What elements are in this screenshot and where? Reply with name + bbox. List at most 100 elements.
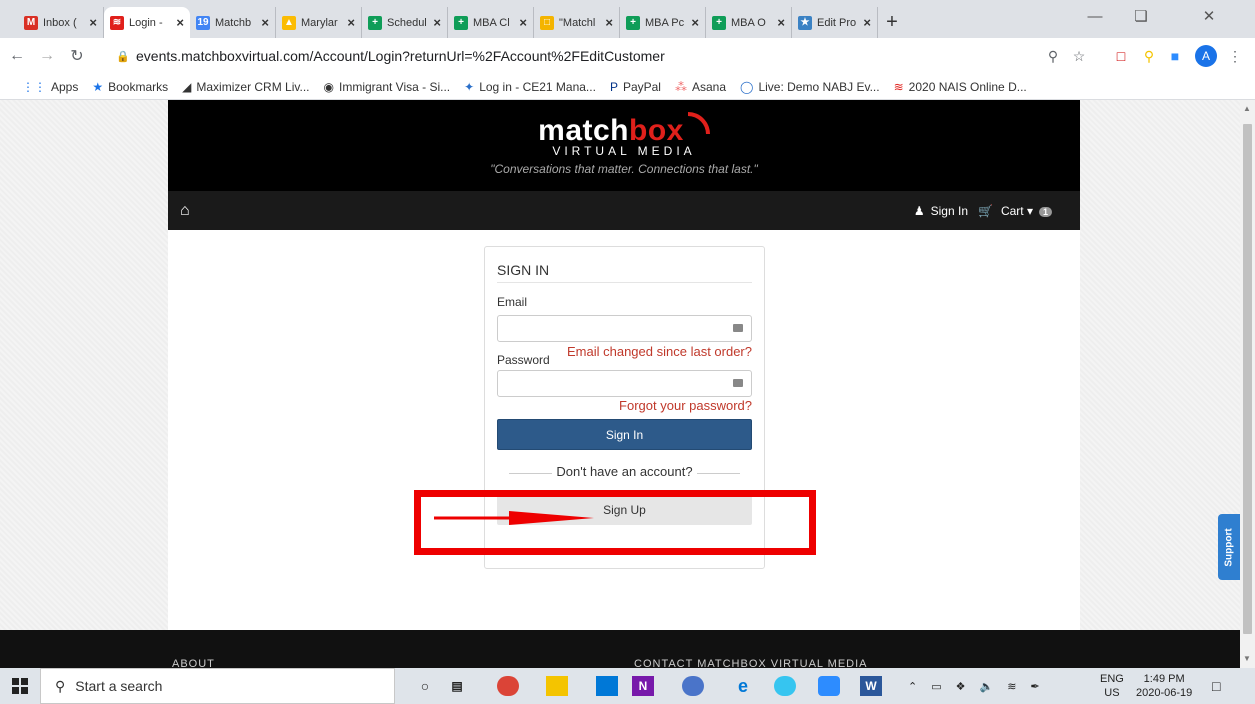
search-placeholder: Start a search (75, 678, 163, 694)
tab-title: Marylar (301, 16, 338, 29)
browser-tab[interactable]: ≋ Login - × (104, 7, 190, 38)
taskbar-clock[interactable]: 1:49 PM 2020-06-19 (1136, 668, 1192, 704)
tray-expand-icon[interactable]: ⌃ (908, 680, 917, 693)
zoom-extension-icon[interactable]: ■ (1164, 45, 1186, 67)
bookmark-item[interactable]: ◯ Live: Demo NABJ Ev... (740, 80, 880, 94)
browser-tab[interactable]: + MBA Cl × (448, 7, 534, 38)
back-icon[interactable]: ← (4, 43, 30, 69)
close-window-icon[interactable]: ✕ (1164, 0, 1254, 32)
bookmark-item[interactable]: ⋮⋮ Apps (22, 80, 78, 94)
browser-tab[interactable]: ★ Edit Pro × (792, 7, 878, 38)
scroll-down-icon[interactable]: ▼ (1243, 654, 1251, 663)
profile-avatar[interactable]: A (1195, 45, 1217, 67)
restore-icon[interactable]: ❏ (1118, 0, 1164, 32)
bookmark-star-icon[interactable]: ☆ (1068, 45, 1090, 67)
tab-favicon-icon: + (712, 15, 726, 30)
wifi-icon[interactable]: ≋ (1007, 680, 1016, 693)
bookmark-item[interactable]: ◉ Immigrant Visa - Si... (324, 80, 451, 94)
taskbar-search-input[interactable]: ⚲ Start a search (40, 668, 395, 704)
word-icon[interactable]: W (860, 676, 882, 696)
store-icon[interactable] (596, 676, 618, 696)
bookmark-item[interactable]: ⁂ Asana (675, 80, 726, 94)
support-tab[interactable]: Support (1218, 514, 1240, 580)
page-scrollbar[interactable]: ▲ ▼ (1240, 100, 1255, 668)
new-tab-button[interactable]: + (878, 7, 906, 38)
browser-tab[interactable]: + MBA O × (706, 7, 792, 38)
bookmark-item[interactable]: ≋ 2020 NAIS Online D... (894, 80, 1027, 94)
browser-tab[interactable]: + MBA Pc × (620, 7, 706, 38)
notifications-icon[interactable]: □ (1212, 668, 1220, 704)
forgot-password-link[interactable]: Forgot your password? (497, 398, 752, 413)
slack-icon[interactable] (774, 676, 796, 696)
cart-link[interactable]: Cart ▾ 1 (995, 204, 1052, 218)
tab-close-icon[interactable]: × (261, 15, 269, 30)
dropbox-icon[interactable]: ❖ (956, 680, 966, 693)
battery-icon[interactable]: ▭ (931, 680, 941, 693)
pen-icon[interactable]: ✒ (1030, 680, 1039, 693)
tab-close-icon[interactable]: × (777, 15, 785, 30)
tab-favicon-icon: ≋ (110, 15, 124, 30)
bookmark-item[interactable]: ✦ Log in - CE21 Mana... (464, 80, 596, 94)
tab-close-icon[interactable]: × (691, 15, 699, 30)
zoom-icon[interactable]: ⚲ (1042, 45, 1064, 67)
forward-icon[interactable]: → (34, 43, 60, 69)
browser-tab[interactable]: □ "Matchl × (534, 7, 620, 38)
browser-tab-strip: M Inbox (× ≋ Login - × 19 Matchb × ▲ Marylar × + Sc… (0, 0, 1255, 38)
tab-close-icon[interactable]: × (863, 15, 871, 30)
password-manager-icon[interactable] (733, 379, 743, 387)
tab-close-icon[interactable]: × (433, 15, 441, 30)
sign-in-button[interactable]: Sign In (497, 419, 752, 450)
cart-label: Cart (1000, 203, 1024, 218)
page-viewport: matchbox VIRTUAL MEDIA "Conversations th… (0, 100, 1240, 668)
clock-date: 2020-06-19 (1136, 687, 1193, 699)
chrome-icon[interactable] (497, 676, 519, 696)
scroll-up-icon[interactable]: ▲ (1243, 104, 1251, 113)
star-icon: ★ (92, 79, 104, 94)
chrome-canary-icon[interactable] (682, 676, 704, 696)
bookmark-item[interactable]: ★ Bookmarks (92, 80, 168, 94)
bookmark-item[interactable]: ◢ Maximizer CRM Liv... (182, 80, 309, 94)
file-explorer-icon[interactable] (546, 676, 568, 696)
volume-icon[interactable]: 🔈 (980, 680, 994, 693)
tab-title: MBA O (731, 16, 766, 29)
password-field[interactable] (497, 370, 752, 397)
tab-close-icon[interactable]: × (176, 15, 184, 30)
tab-title: Edit Pro (817, 16, 857, 29)
tab-close-icon[interactable]: × (519, 15, 527, 30)
edge-icon[interactable]: e (732, 676, 754, 696)
tab-close-icon[interactable]: × (605, 15, 613, 30)
tab-favicon-icon: M (24, 15, 38, 30)
zoom-app-icon[interactable] (818, 676, 840, 696)
browser-tab[interactable]: ▲ Marylar × (276, 7, 362, 38)
sign-in-link[interactable]: Sign In (931, 204, 968, 218)
browser-tab[interactable]: + Schedul × (362, 7, 448, 38)
tab-close-icon[interactable]: × (89, 15, 97, 30)
site-footer: ABOUT CONTACT MATCHBOX VIRTUAL MEDIA (0, 630, 1240, 668)
password-manager-icon[interactable] (733, 324, 743, 332)
minimize-icon[interactable]: — (1072, 0, 1118, 32)
key-extension-icon[interactable]: ⚲ (1138, 45, 1160, 67)
tab-close-icon[interactable]: × (347, 15, 355, 30)
acrobat-icon[interactable]: □ (1110, 45, 1132, 67)
logo-subtitle: VIRTUAL MEDIA (552, 144, 696, 158)
bookmark-item[interactable]: P PayPal (610, 80, 661, 94)
task-view-icon[interactable]: ▤ (446, 676, 468, 696)
windows-start-icon[interactable] (0, 668, 40, 704)
menu-icon[interactable]: ⋮ (1224, 45, 1246, 67)
system-tray: ⌃ ▭ ❖ 🔈 ≋ ✒ (908, 668, 1054, 704)
tab-title: Inbox ( (43, 16, 77, 29)
no-account-text: Don't have an account? (552, 464, 697, 479)
email-field[interactable] (497, 315, 752, 342)
browser-tab[interactable]: 19 Matchb × (190, 7, 276, 38)
home-icon[interactable]: ⌂ (180, 202, 190, 220)
logo-text-accent: box (629, 114, 684, 147)
address-bar[interactable]: 🔒 events.matchboxvirtual.com/Account/Log… (116, 42, 1076, 70)
reload-icon[interactable]: ↻ (64, 43, 90, 69)
site-logo[interactable]: matchbox (168, 100, 1080, 146)
language-indicator[interactable]: ENG US (1100, 668, 1124, 704)
footer-contact-heading: CONTACT MATCHBOX VIRTUAL MEDIA (634, 658, 868, 668)
browser-tab[interactable]: M Inbox ( × (18, 7, 104, 38)
onenote-icon[interactable]: N (632, 676, 654, 696)
cortana-icon[interactable]: ○ (414, 676, 436, 696)
scrollbar-thumb[interactable] (1243, 124, 1252, 634)
